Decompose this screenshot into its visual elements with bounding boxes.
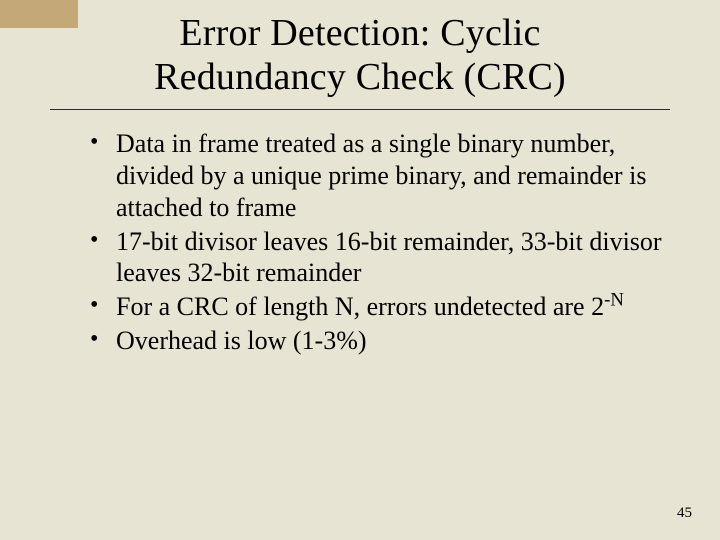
bullet-text: Data in frame treated as a single binary… [116, 129, 646, 221]
bullet-text: Overhead is low (1-3%) [116, 326, 367, 355]
bullet-list: Data in frame treated as a single binary… [50, 128, 670, 356]
bullet-text: 17-bit divisor leaves 16-bit remainder, … [116, 227, 662, 288]
bullet-item: For a CRC of length N, errors undetected… [98, 291, 670, 323]
title-line-2: Redundancy Check (CRC) [154, 56, 566, 98]
bullet-item: Overhead is low (1-3%) [98, 325, 670, 357]
slide-title: Error Detection: Cyclic Redundancy Check… [50, 12, 670, 110]
slide-container: Error Detection: Cyclic Redundancy Check… [0, 0, 720, 356]
bullet-item: Data in frame treated as a single binary… [98, 128, 670, 223]
corner-accent [0, 0, 78, 28]
superscript: -N [604, 289, 624, 310]
bullet-text: For a CRC of length N, errors undetected… [116, 292, 604, 321]
page-number: 45 [677, 505, 692, 522]
title-line-1: Error Detection: Cyclic [179, 12, 540, 54]
bullet-item: 17-bit divisor leaves 16-bit remainder, … [98, 226, 670, 289]
